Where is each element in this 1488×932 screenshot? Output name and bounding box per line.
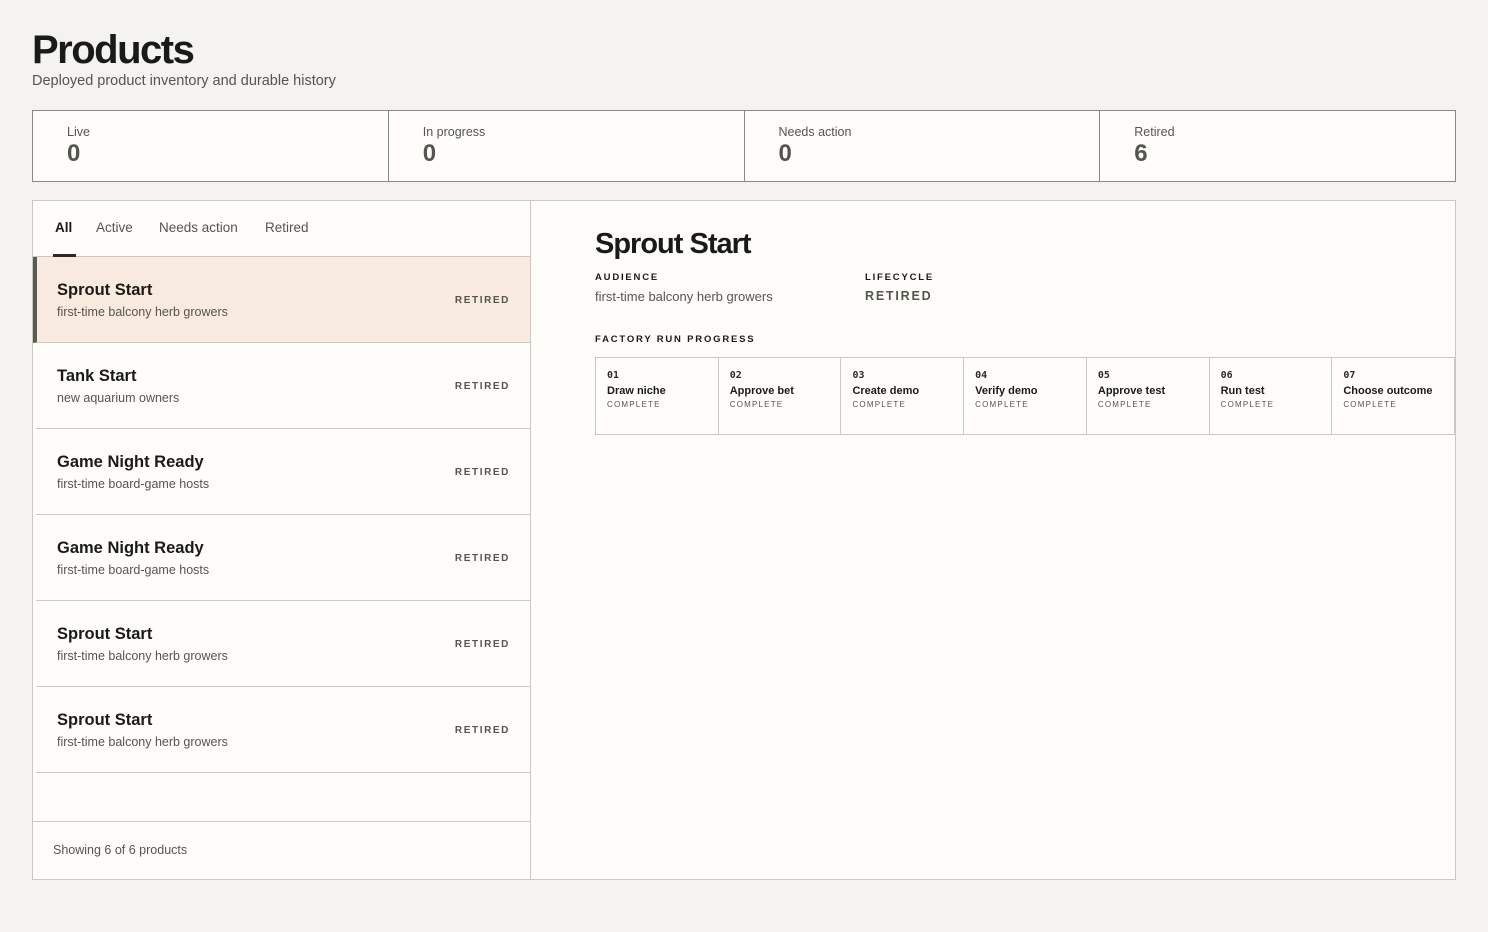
- tab-needs-action[interactable]: Needs action: [159, 220, 238, 257]
- status-badge: RETIRED: [454, 725, 510, 736]
- step-number: 06: [1220, 370, 1233, 381]
- step-number: 01: [607, 370, 620, 381]
- stat-needs-action: Needs action 0: [745, 111, 1101, 181]
- product-audience: first-time balcony herb growers: [57, 735, 228, 749]
- tab-all[interactable]: All: [55, 220, 72, 257]
- main-panel: All Active Needs action Retired Sprout S…: [32, 200, 1456, 880]
- tab-retired[interactable]: Retired: [265, 220, 309, 257]
- page-title: Products: [32, 28, 195, 72]
- product-audience: new aquarium owners: [57, 391, 180, 405]
- progress-step: 03 Create demo COMPLETE: [841, 358, 965, 434]
- status-badge: RETIRED: [454, 467, 510, 478]
- status-badge: RETIRED: [454, 295, 510, 306]
- product-name: Tank Start: [57, 367, 137, 385]
- progress-step: 01 Draw niche COMPLETE: [596, 358, 719, 434]
- product-name: Game Night Ready: [57, 453, 204, 471]
- step-number: 05: [1097, 370, 1110, 381]
- product-row[interactable]: Tank Start new aquarium owners RETIRED: [36, 343, 530, 429]
- step-name: Approve bet: [729, 385, 794, 397]
- progress-label: FACTORY RUN PROGRESS: [595, 334, 756, 345]
- step-number: 07: [1343, 370, 1356, 381]
- step-number: 03: [852, 370, 865, 381]
- product-detail: Sprout Start AUDIENCE first-time balcony…: [563, 201, 1455, 879]
- stat-in-progress: In progress 0: [389, 111, 745, 181]
- result-count: Showing 6 of 6 products: [53, 843, 188, 857]
- audience-value: first-time balcony herb growers: [595, 289, 773, 304]
- status-badge: RETIRED: [454, 381, 510, 392]
- step-status: COMPLETE: [975, 400, 1029, 409]
- progress-step: 07 Choose outcome COMPLETE: [1332, 358, 1454, 434]
- step-name: Run test: [1220, 385, 1265, 397]
- product-audience: first-time board-game hosts: [57, 477, 210, 491]
- lifecycle-value: RETIRED: [865, 289, 933, 303]
- tab-active[interactable]: Active: [96, 220, 133, 257]
- lifecycle-label: LIFECYCLE: [865, 272, 934, 283]
- product-audience: first-time balcony herb growers: [57, 305, 228, 319]
- progress-step: 05 Approve test COMPLETE: [1087, 358, 1210, 434]
- product-list: Sprout Start first-time balcony herb gro…: [33, 257, 530, 773]
- stat-label: Needs action: [778, 125, 852, 139]
- step-number: 02: [729, 370, 742, 381]
- step-number: 04: [975, 370, 988, 381]
- step-name: Verify demo: [975, 385, 1038, 397]
- stat-label: In progress: [422, 125, 486, 139]
- status-badge: RETIRED: [454, 553, 510, 564]
- stat-live: Live 0: [33, 111, 389, 181]
- product-row[interactable]: Game Night Ready first-time board-game h…: [36, 429, 530, 515]
- step-name: Create demo: [852, 385, 920, 397]
- factory-run-steps: 01 Draw niche COMPLETE 02 Approve bet CO…: [595, 357, 1455, 435]
- progress-step: 06 Run test COMPLETE: [1210, 358, 1333, 434]
- product-audience: first-time balcony herb growers: [57, 649, 228, 663]
- step-status: COMPLETE: [852, 400, 907, 409]
- product-name: Sprout Start: [57, 711, 153, 729]
- list-footer: Showing 6 of 6 products: [33, 821, 530, 879]
- step-status: COMPLETE: [729, 400, 784, 409]
- step-name: Approve test: [1097, 385, 1166, 397]
- audience-label: AUDIENCE: [595, 272, 660, 283]
- stat-value: 6: [1134, 140, 1148, 167]
- filter-tabs: All Active Needs action Retired: [33, 201, 530, 257]
- product-row[interactable]: Sprout Start first-time balcony herb gro…: [36, 601, 530, 687]
- step-name: Choose outcome: [1343, 385, 1433, 397]
- step-status: COMPLETE: [1220, 400, 1275, 409]
- product-row[interactable]: Sprout Start first-time balcony herb gro…: [36, 687, 530, 773]
- stat-value: 0: [778, 140, 792, 167]
- product-row[interactable]: Sprout Start first-time balcony herb gro…: [33, 257, 530, 343]
- product-name: Game Night Ready: [57, 539, 204, 557]
- step-status: COMPLETE: [1343, 400, 1397, 409]
- step-name: Draw niche: [607, 385, 666, 397]
- product-name: Sprout Start: [57, 625, 153, 643]
- stats-bar: Live 0 In progress 0 Needs action 0 Reti…: [32, 110, 1456, 182]
- progress-step: 02 Approve bet COMPLETE: [719, 358, 842, 434]
- stat-retired: Retired 6: [1100, 111, 1455, 181]
- stat-value: 0: [422, 140, 437, 167]
- product-name: Sprout Start: [57, 281, 153, 299]
- progress-step: 04 Verify demo COMPLETE: [964, 358, 1087, 434]
- product-list-pane: All Active Needs action Retired Sprout S…: [33, 201, 531, 879]
- product-row[interactable]: Game Night Ready first-time board-game h…: [36, 515, 530, 601]
- stat-label: Retired: [1134, 125, 1175, 139]
- detail-title: Sprout Start: [595, 228, 752, 260]
- product-audience: first-time board-game hosts: [57, 563, 210, 577]
- step-status: COMPLETE: [1097, 400, 1152, 409]
- page-subtitle: Deployed product inventory and durable h…: [32, 73, 336, 89]
- stat-value: 0: [67, 140, 81, 167]
- status-badge: RETIRED: [454, 639, 510, 650]
- step-status: COMPLETE: [607, 400, 661, 409]
- stat-label: Live: [67, 125, 90, 139]
